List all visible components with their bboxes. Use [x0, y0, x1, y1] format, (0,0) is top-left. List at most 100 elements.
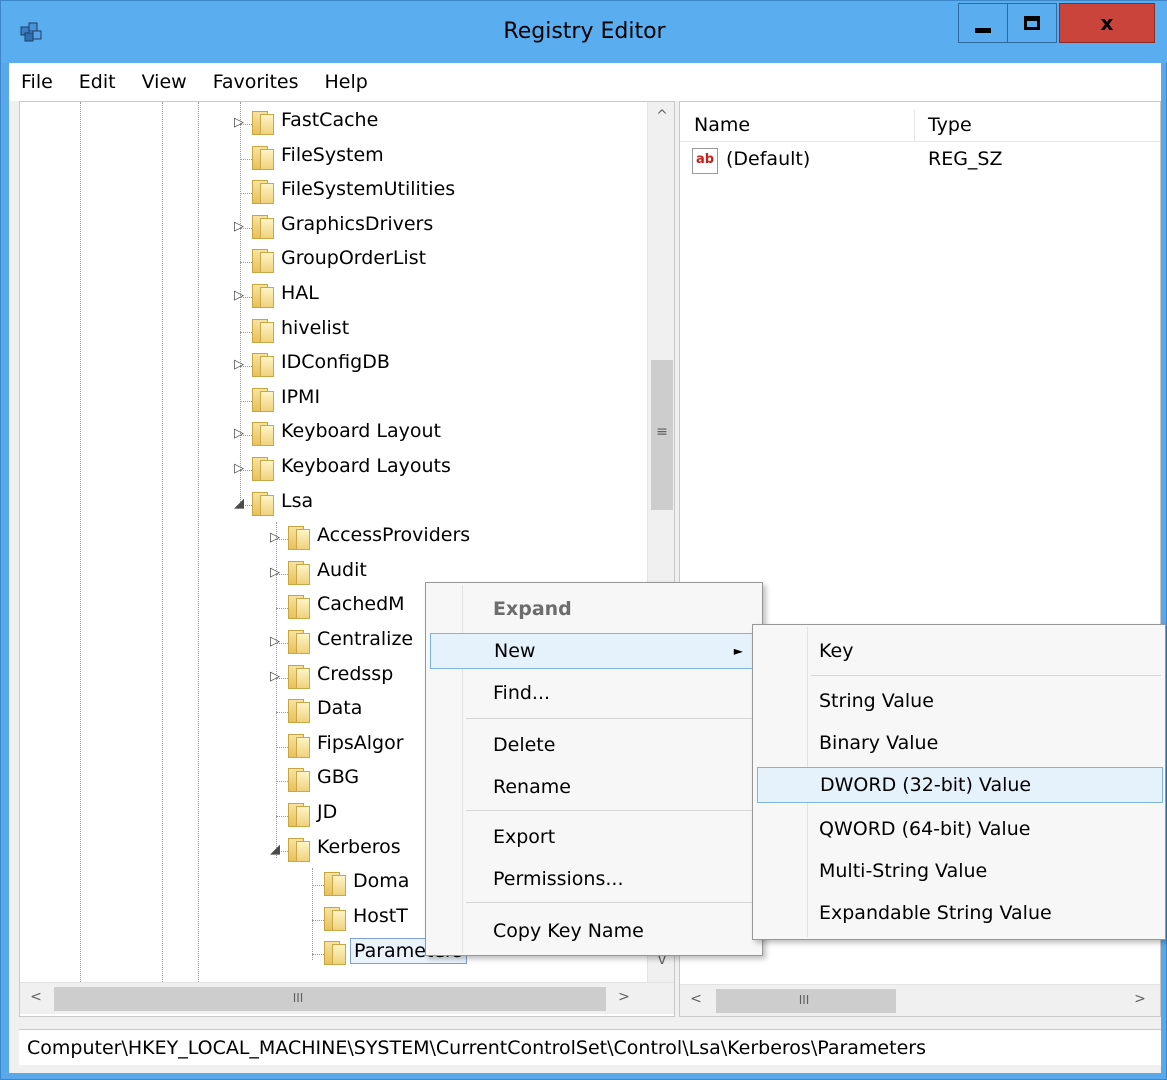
- expand-toggle-icon[interactable]: ▷: [268, 565, 282, 580]
- values-list-header: Name Type: [680, 110, 1160, 142]
- expand-toggle-icon[interactable]: [268, 808, 282, 822]
- expand-toggle-icon[interactable]: [268, 600, 282, 614]
- tree-item[interactable]: ▷ HAL: [20, 279, 640, 313]
- context-item-export[interactable]: Export: [430, 819, 758, 855]
- expand-toggle-icon[interactable]: [232, 393, 246, 407]
- expand-toggle-icon[interactable]: [232, 324, 246, 338]
- tree-item-label: Data: [317, 697, 363, 720]
- scroll-right-arrow-icon[interactable]: >: [610, 989, 638, 1005]
- menu-label: New: [494, 640, 536, 662]
- folder-icon: [288, 630, 310, 654]
- tree-item[interactable]: IPMI: [20, 383, 640, 417]
- folder-icon: [324, 872, 346, 897]
- expand-toggle-icon[interactable]: ▷: [268, 531, 282, 545]
- menu-help[interactable]: Help: [313, 71, 382, 93]
- status-path: Computer\HKEY_LOCAL_MACHINE\SYSTEM\Curre…: [27, 1036, 926, 1059]
- context-item-rename[interactable]: Rename: [430, 769, 758, 805]
- column-type-header[interactable]: Type: [928, 114, 972, 136]
- menu-view[interactable]: View: [130, 71, 201, 93]
- context-item-permissions[interactable]: Permissions...: [430, 861, 758, 897]
- menu-favorites[interactable]: Favorites: [201, 71, 313, 93]
- context-item-expand[interactable]: Expand: [430, 591, 758, 627]
- context-item-delete[interactable]: Delete: [430, 727, 758, 763]
- expand-toggle-icon[interactable]: ▷: [232, 219, 246, 234]
- tree-hscroll-thumb[interactable]: [54, 987, 606, 1011]
- expand-toggle-icon[interactable]: [268, 773, 282, 787]
- expand-toggle-icon[interactable]: ◢: [232, 496, 246, 511]
- expand-toggle-icon[interactable]: [268, 739, 282, 753]
- value-name: (Default): [726, 148, 811, 170]
- menu-label: Rename: [493, 776, 571, 798]
- menu-label: Multi-String Value: [819, 860, 988, 882]
- tree-item[interactable]: ▷ IDConfigDB: [20, 348, 640, 382]
- expand-toggle-icon[interactable]: [232, 254, 246, 268]
- title-bar[interactable]: Registry Editor x: [1, 1, 1167, 63]
- expand-toggle-icon[interactable]: ▷: [232, 427, 246, 441]
- column-separator[interactable]: [914, 110, 915, 142]
- expand-toggle-icon[interactable]: ▷: [232, 289, 246, 303]
- submenu-item-expandable-string-value[interactable]: Expandable String Value: [757, 895, 1163, 931]
- submenu-item-binary-value[interactable]: Binary Value: [757, 725, 1163, 761]
- submenu-item-dword-value[interactable]: DWORD (32-bit) Value: [757, 767, 1163, 803]
- menu-label: Copy Key Name: [493, 920, 644, 942]
- menu-label: Expand: [493, 598, 572, 620]
- minimize-button[interactable]: [958, 3, 1008, 43]
- tree-item-label: AccessProviders: [317, 524, 471, 547]
- tree-item-label: Keyboard Layouts: [281, 455, 451, 477]
- expand-toggle-icon[interactable]: ▷: [268, 669, 282, 684]
- folder-icon: [288, 664, 310, 689]
- expand-toggle-icon[interactable]: ▷: [232, 116, 246, 130]
- folder-icon: [252, 457, 274, 481]
- scroll-right-arrow-icon[interactable]: >: [1126, 991, 1154, 1007]
- tree-item[interactable]: FileSystem: [20, 141, 640, 175]
- tree-item[interactable]: ▷ Keyboard Layouts: [20, 452, 640, 486]
- expand-toggle-icon[interactable]: ▷: [232, 358, 246, 372]
- column-name-header[interactable]: Name: [694, 114, 750, 136]
- submenu-item-key[interactable]: Key: [757, 633, 1163, 669]
- maximize-button[interactable]: [1007, 3, 1057, 43]
- expand-toggle-icon[interactable]: [304, 877, 318, 891]
- tree-item-label: Centralize: [317, 628, 414, 650]
- submenu-item-qword-value[interactable]: QWORD (64-bit) Value: [757, 811, 1163, 847]
- values-horizontal-scrollbar[interactable]: < III >: [680, 984, 1160, 1016]
- submenu-item-string-value[interactable]: String Value: [757, 683, 1163, 719]
- context-item-new[interactable]: New ►: [430, 633, 758, 669]
- value-row[interactable]: ab (Default) REG_SZ: [692, 148, 1152, 176]
- expand-toggle-icon[interactable]: [232, 151, 246, 165]
- menu-file[interactable]: File: [9, 71, 67, 93]
- menu-label: Binary Value: [819, 732, 939, 754]
- menu-label: String Value: [819, 690, 934, 712]
- expand-toggle-icon[interactable]: ◢: [268, 842, 282, 857]
- expand-toggle-icon[interactable]: [232, 185, 246, 199]
- string-value-icon: ab: [692, 148, 718, 174]
- context-item-find[interactable]: Find...: [430, 675, 758, 711]
- hscroll-grip-icon: III: [798, 993, 810, 1007]
- tree-item[interactable]: ◢ Lsa: [20, 487, 640, 521]
- expand-toggle-icon[interactable]: [304, 912, 318, 926]
- scroll-left-arrow-icon[interactable]: <: [682, 991, 710, 1007]
- scroll-grip-icon: ≡: [656, 424, 668, 440]
- tree-item-label: HAL: [281, 282, 319, 304]
- tree-item[interactable]: GroupOrderList: [20, 244, 640, 278]
- expand-toggle-icon[interactable]: [304, 946, 318, 960]
- scroll-up-arrow-icon[interactable]: ^: [648, 108, 674, 124]
- maximize-icon: [1024, 16, 1040, 30]
- expand-toggle-icon[interactable]: ▷: [268, 635, 282, 649]
- tree-item[interactable]: hivelist: [20, 314, 640, 348]
- scroll-left-arrow-icon[interactable]: <: [22, 989, 50, 1005]
- tree-item[interactable]: ▷ Keyboard Layout: [20, 417, 640, 451]
- tree-item[interactable]: ▷ AccessProviders: [20, 521, 640, 555]
- tree-item[interactable]: ▷ GraphicsDrivers: [20, 210, 640, 244]
- close-button[interactable]: x: [1059, 3, 1155, 43]
- tree-item-label: FastCache: [281, 109, 379, 131]
- tree-item-label: GBG: [317, 766, 360, 789]
- expand-toggle-icon[interactable]: [268, 704, 282, 718]
- menu-edit[interactable]: Edit: [67, 71, 130, 93]
- tree-item[interactable]: ▷ FastCache: [20, 106, 640, 140]
- menu-separator: [811, 675, 1161, 676]
- submenu-item-multi-string-value[interactable]: Multi-String Value: [757, 853, 1163, 889]
- tree-item[interactable]: FileSystemUtilities: [20, 175, 640, 209]
- tree-horizontal-scrollbar[interactable]: < III >: [20, 982, 674, 1014]
- expand-toggle-icon[interactable]: ▷: [232, 462, 246, 476]
- context-item-copy-key-name[interactable]: Copy Key Name: [430, 913, 758, 949]
